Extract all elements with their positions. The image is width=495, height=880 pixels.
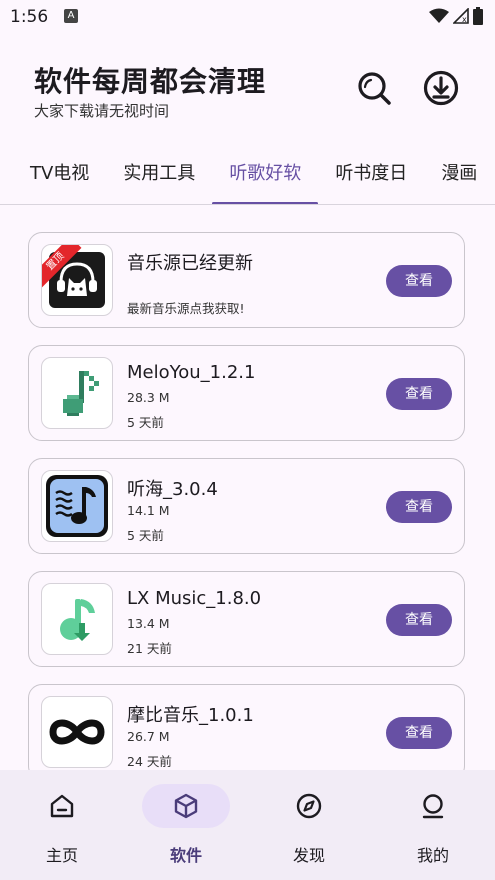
tabs-divider bbox=[0, 204, 495, 205]
pixel-music-note-icon bbox=[63, 371, 99, 416]
app-updated-time: 21 天前 bbox=[127, 641, 172, 656]
app-list: 置顶 音乐源已经更新 最新音乐源点我获取! 查看 MeloYou_1.2.1 2… bbox=[0, 232, 495, 770]
notification-icon: A bbox=[64, 9, 78, 23]
tab-audiobook[interactable]: 听书度日 bbox=[318, 152, 424, 204]
list-item[interactable]: 置顶 音乐源已经更新 最新音乐源点我获取! 查看 bbox=[28, 232, 465, 328]
app-updated-time: 24 天前 bbox=[127, 754, 172, 769]
app-thumbnail bbox=[41, 357, 113, 429]
nav-home-indicator bbox=[18, 784, 106, 828]
status-bar: 1:56 A x bbox=[0, 0, 495, 34]
view-button[interactable]: 查看 bbox=[386, 604, 452, 636]
app-title: 摩比音乐_1.0.1 bbox=[127, 705, 254, 726]
wifi-icon bbox=[429, 8, 449, 23]
nav-home-label: 主页 bbox=[45, 846, 78, 865]
tab-music[interactable]: 听歌好软 bbox=[212, 152, 319, 204]
app-size: 26.7 M bbox=[127, 729, 170, 744]
infinity-icon bbox=[49, 719, 105, 745]
profile-icon bbox=[422, 794, 444, 819]
app-thumbnail bbox=[41, 470, 113, 542]
nav-home[interactable]: 主页 bbox=[12, 784, 112, 874]
compass-icon bbox=[296, 793, 322, 819]
page-title: 软件每周都会清理 bbox=[34, 65, 267, 98]
nav-discover[interactable]: 发现 bbox=[259, 784, 359, 874]
app-title: 听海_3.0.4 bbox=[127, 479, 218, 500]
list-item[interactable]: LX Music_1.8.0 13.4 M 21 天前 查看 bbox=[28, 571, 465, 667]
app-updated-time: 5 天前 bbox=[127, 528, 164, 543]
app-size: 14.1 M bbox=[127, 503, 170, 518]
signal-icon: x bbox=[453, 8, 469, 24]
app-thumbnail: 置顶 bbox=[41, 244, 113, 316]
lx-music-icon bbox=[60, 599, 95, 641]
nav-profile-label: 我的 bbox=[416, 846, 449, 865]
bottom-navigation: 主页 软件 发现 我的 bbox=[0, 770, 495, 880]
app-size: 28.3 M bbox=[127, 390, 170, 405]
app-size: 13.4 M bbox=[127, 616, 170, 631]
nav-discover-indicator bbox=[265, 784, 353, 828]
tinghai-note-icon bbox=[46, 475, 108, 537]
page-subtitle: 大家下载请无视时间 bbox=[34, 102, 170, 120]
view-button[interactable]: 查看 bbox=[386, 378, 452, 410]
app-updated-time: 5 天前 bbox=[127, 415, 164, 430]
view-button[interactable]: 查看 bbox=[386, 491, 452, 523]
category-tabs: TV电视 实用工具 听歌好软 听书度日 漫画 bbox=[0, 152, 495, 204]
view-button[interactable]: 查看 bbox=[386, 265, 452, 297]
nav-software-label: 软件 bbox=[169, 846, 202, 865]
nav-profile-indicator bbox=[389, 784, 477, 828]
status-icons: x bbox=[429, 7, 483, 25]
search-icon bbox=[358, 72, 391, 105]
app-thumbnail bbox=[41, 696, 113, 768]
battery-icon bbox=[473, 7, 483, 25]
nav-discover-label: 发现 bbox=[292, 846, 325, 865]
nav-profile[interactable]: 我的 bbox=[383, 784, 483, 874]
view-button[interactable]: 查看 bbox=[386, 717, 452, 749]
svg-text:x: x bbox=[462, 15, 467, 24]
search-button[interactable] bbox=[354, 68, 394, 108]
home-icon bbox=[50, 794, 74, 818]
nav-software-indicator bbox=[142, 784, 230, 828]
nav-software[interactable]: 软件 bbox=[136, 784, 236, 874]
list-item[interactable]: 摩比音乐_1.0.1 26.7 M 24 天前 查看 bbox=[28, 684, 465, 770]
app-description: 最新音乐源点我获取! bbox=[127, 301, 245, 316]
status-time: 1:56 bbox=[10, 7, 49, 27]
app-header: 软件每周都会清理 大家下载请无视时间 bbox=[0, 44, 495, 144]
list-item[interactable]: MeloYou_1.2.1 28.3 M 5 天前 查看 bbox=[28, 345, 465, 441]
app-title: MeloYou_1.2.1 bbox=[127, 362, 256, 383]
tab-comic[interactable]: 漫画 bbox=[424, 152, 494, 204]
download-button[interactable] bbox=[421, 68, 461, 108]
list-item[interactable]: 听海_3.0.4 14.1 M 5 天前 查看 bbox=[28, 458, 465, 554]
box-icon bbox=[174, 793, 198, 819]
app-title: 音乐源已经更新 bbox=[127, 253, 253, 274]
app-title: LX Music_1.8.0 bbox=[127, 588, 262, 609]
download-icon bbox=[423, 70, 459, 106]
tab-tools[interactable]: 实用工具 bbox=[106, 152, 212, 204]
app-thumbnail bbox=[41, 583, 113, 655]
tab-tv[interactable]: TV电视 bbox=[0, 152, 106, 204]
